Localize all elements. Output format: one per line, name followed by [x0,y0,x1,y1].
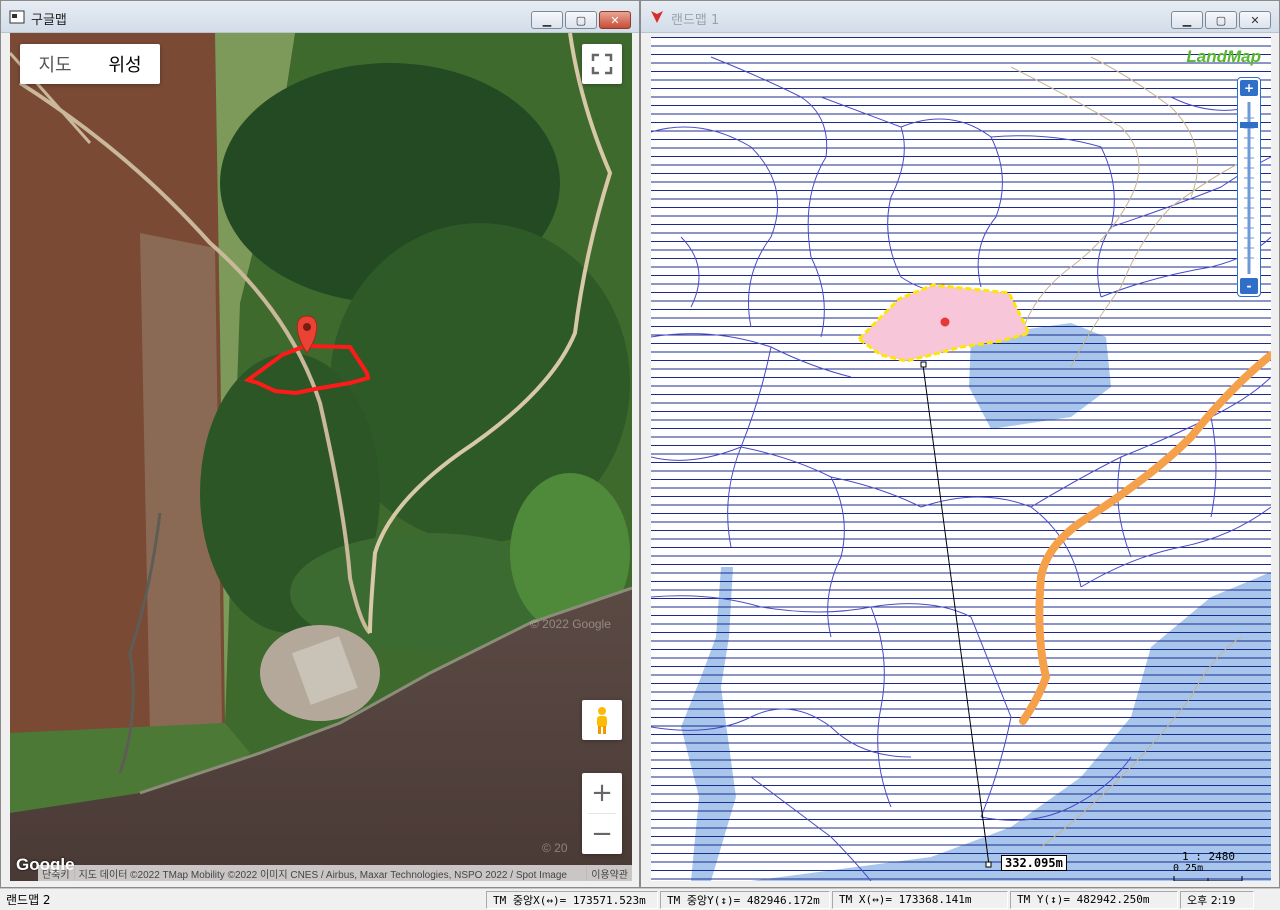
map-type-control: 지도 위성 [20,44,160,84]
status-bar: 랜드맵 2 TM 중앙X(↔)= 173571.523m TM 중앙Y(↕)= … [0,888,1280,910]
zoom-in-button[interactable]: + [582,773,622,813]
minimize-icon: ▁ [542,13,552,27]
attribution-bar: 단축키 지도 데이터 ©2022 TMap Mobility ©2022 이미지… [38,865,632,881]
scale-ratio: 1 : 2480 [1182,850,1235,863]
window-title: 랜드맵 1 [671,13,720,28]
map-type-satellite-button[interactable]: 위성 [90,51,160,77]
minimize-icon: ▁ [1182,13,1192,27]
landmap-zoom-in-button[interactable]: + [1240,80,1258,96]
maximize-icon: ▢ [575,13,587,27]
terms-link[interactable]: 이용약관 [586,865,632,881]
close-button[interactable]: ✕ [599,11,631,29]
window-title: 구글맵 [31,13,67,28]
tm-y: TM Y(↕)= 482942.250m [1010,890,1178,909]
street-view-button[interactable] [582,700,622,740]
close-icon: ✕ [1250,13,1260,27]
zoom-track[interactable] [1238,98,1260,278]
distance-measurement: 332.095m [1001,855,1067,871]
pegman-icon [597,707,607,734]
landmap-zoom-slider[interactable]: + - [1237,77,1261,297]
cadastral-map[interactable] [651,37,1271,881]
map-data-text: 지도 데이터 ©2022 TMap Mobility ©2022 이미지 CNE… [73,865,571,881]
fullscreen-button[interactable] [582,44,622,84]
map-watermark: © 2022 Google [530,617,611,631]
maximize-icon: ▢ [1215,13,1227,27]
scale-bar-label: 0 25m [1173,863,1204,874]
zoom-control: + − [582,773,622,854]
scale-bar-graphic [1173,876,1243,881]
tm-center-y: TM 중앙Y(↕)= 482946.172m [660,890,830,909]
tm-center-x: TM 중앙X(↔)= 173571.523m [486,890,658,909]
minimize-button[interactable]: ▁ [531,11,563,29]
fullscreen-icon [591,53,613,75]
maximize-button[interactable]: ▢ [565,11,597,29]
google-map-window: 구글맵 ▁ ▢ ✕ 지도 위성 © 2022 Google © 20 + − 단… [0,0,640,888]
landmap-logo: LandMap [1186,47,1261,66]
title-bar[interactable]: 구글맵 ▁ ▢ ✕ [1,1,639,33]
zoom-out-button[interactable]: − [582,814,622,854]
map-watermark-partial: © 20 [542,841,568,855]
landmap-canvas[interactable]: LandMap + - 332.095m 1 : 2480 0 25m [651,37,1271,881]
satellite-imagery[interactable] [10,33,632,881]
shortcuts-link[interactable]: 단축키 [38,866,74,881]
maximize-button[interactable]: ▢ [1205,11,1237,29]
title-bar[interactable]: 랜드맵 1 ▁ ▢ ✕ [641,1,1279,33]
clock: 오후 2:19 [1180,890,1254,909]
minimize-button[interactable]: ▁ [1171,11,1203,29]
tm-x: TM X(↔)= 173368.141m [832,890,1008,909]
map-type-map-button[interactable]: 지도 [20,51,90,77]
landmap-app-icon [651,11,663,23]
zoom-thumb [1240,122,1258,128]
close-icon: ✕ [610,13,620,27]
close-button[interactable]: ✕ [1239,11,1271,29]
landmap-window: 랜드맵 1 ▁ ▢ ✕ LandMap + - 332.095m 1: 248… [640,0,1280,888]
landmap-zoom-out-button[interactable]: - [1240,278,1258,294]
satellite-map[interactable]: 지도 위성 © 2022 Google © 20 + − Google 단축키 [10,33,632,881]
scale-bar: 0 25m [1173,863,1243,881]
app-icon [9,10,25,24]
status-main-text: 랜드맵 2 [6,893,51,907]
